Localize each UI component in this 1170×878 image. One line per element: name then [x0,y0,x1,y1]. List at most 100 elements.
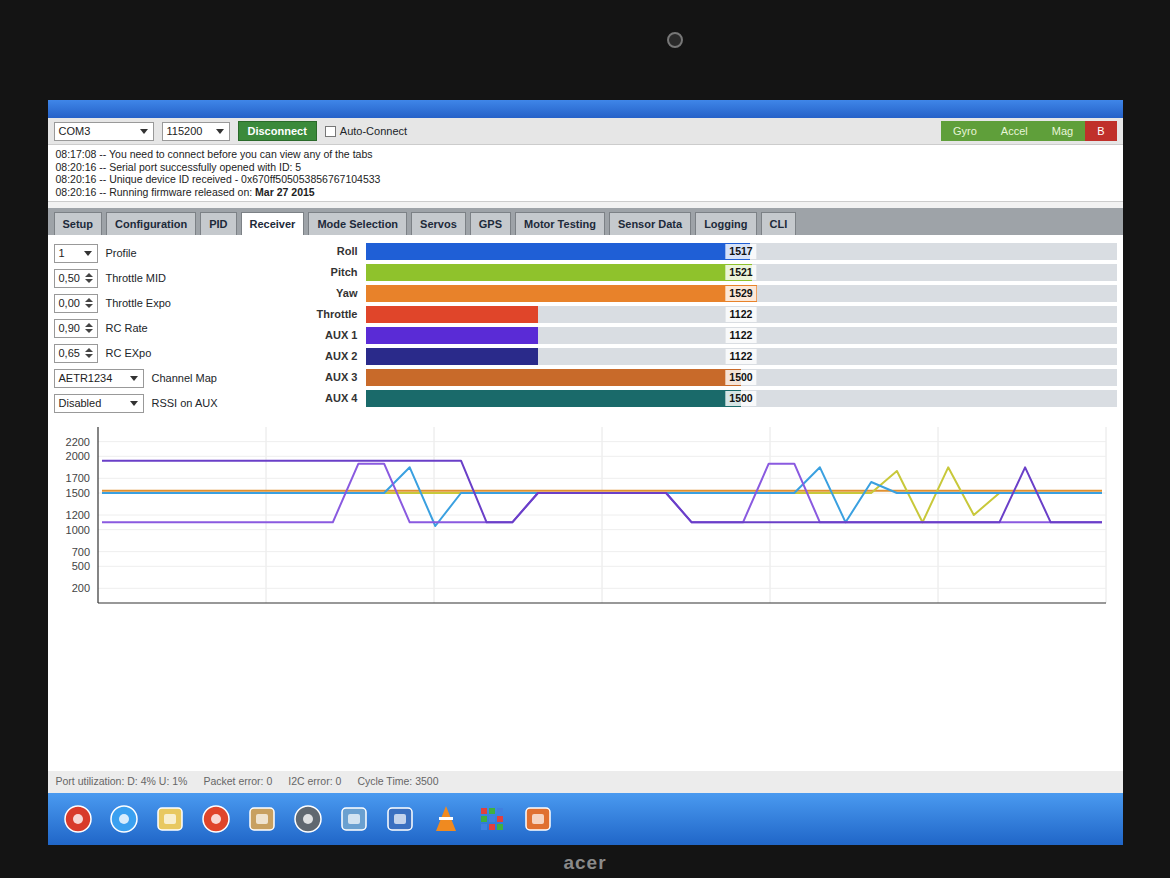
vlc-icon[interactable] [430,803,462,835]
power-icon-svg [62,803,94,835]
number-field[interactable]: 0,65 [54,344,98,363]
channel-name: AUX 3 [306,369,358,386]
browser-icon[interactable] [108,803,140,835]
apps-icon[interactable] [476,803,508,835]
channel-track: 1500 [366,390,1117,407]
power-icon[interactable] [62,803,94,835]
series-line [102,490,1102,492]
status-item: Cycle Time: 3500 [357,774,438,790]
speaker-icon-svg [292,803,324,835]
number-field[interactable]: 0,90 [54,319,98,338]
channel-fill [366,390,742,407]
log-text: 08:20:16 -- Serial port successfully ope… [56,161,302,173]
down-arrow-icon[interactable] [85,329,93,333]
spinner-icon[interactable] [85,323,93,333]
apps-icon-svg [476,803,508,835]
chart-series [102,467,1102,526]
chart-series [102,490,1102,491]
channel-name: AUX 2 [306,348,358,365]
tab[interactable]: Receiver [241,212,305,235]
channel-name: Yaw [306,285,358,302]
channel-name: AUX 1 [306,327,358,344]
select-field[interactable]: Disabled [54,394,144,413]
setting-row: 0,90RC Rate [54,318,294,338]
sensor-indicator: Gyro [941,121,989,141]
series-line [102,461,1102,523]
chrome-icon-svg [200,803,232,835]
spinner-icon[interactable] [85,273,93,283]
chrome-icon[interactable] [200,803,232,835]
tab[interactable]: Mode Selection [308,212,407,235]
channel-fill [366,285,757,302]
spinner-icon[interactable] [85,348,93,358]
grid-line [98,515,1106,516]
channel-reading: 1529 [725,286,756,301]
media-icon-svg [246,803,278,835]
select-field[interactable]: 1 [54,244,98,263]
media-icon[interactable] [246,803,278,835]
number-field[interactable]: 0,00 [54,294,98,313]
tab[interactable]: Logging [695,212,756,235]
status-item: I2C error: 0 [288,774,341,790]
photos-icon-svg [338,803,370,835]
sensor-indicator: B [1085,121,1116,141]
down-arrow-icon[interactable] [85,354,93,358]
tab[interactable]: PID [200,212,236,235]
number-value: 0,50 [59,272,80,284]
tab[interactable]: Sensor Data [609,212,691,235]
channel-row: Pitch1521 [306,264,1117,281]
channel-row: AUX 21122 [306,348,1117,365]
y-tick: 1700 [65,472,89,484]
up-arrow-icon[interactable] [85,348,93,352]
configurator-icon-svg [522,803,554,835]
disconnect-button[interactable]: Disconnect [238,121,317,141]
select-value: Disabled [59,397,102,409]
channel-row: AUX 3 1500 [306,369,1117,386]
tab[interactable]: CLI [761,212,797,235]
channel-reading: 1122 [726,307,757,322]
channel-fill [366,264,753,281]
tab[interactable]: Setup [54,212,103,235]
folder-icon[interactable] [154,803,186,835]
settings-icon[interactable] [384,803,416,835]
tab[interactable]: Motor Testing [515,212,605,235]
select-value: AETR1234 [59,372,113,384]
window-title-bar [48,100,1123,118]
number-value: 0,65 [59,347,80,359]
down-arrow-icon[interactable] [85,304,93,308]
auto-connect[interactable]: Auto-Connect [325,123,407,140]
speaker-icon[interactable] [292,803,324,835]
auto-connect-checkbox[interactable] [325,126,336,137]
up-arrow-icon[interactable] [85,298,93,302]
channel-track: 1122 [366,327,1117,344]
up-arrow-icon[interactable] [85,273,93,277]
chart-series [102,461,1102,523]
sensor-indicators: GyroAccelMagB [941,121,1117,141]
select-field[interactable]: AETR1234 [54,369,144,388]
tab[interactable]: Configuration [106,212,196,235]
sensor-indicator: Mag [1040,121,1085,141]
y-tick: 1200 [65,509,89,521]
channel-track: 1500 [366,369,1117,386]
folder-icon-svg [154,803,186,835]
auto-connect-label: Auto-Connect [340,123,407,140]
spinner-icon[interactable] [85,298,93,308]
baud-select[interactable]: 115200 [162,122,230,141]
port-select[interactable]: COM3 [54,122,154,141]
webcam-icon [667,32,683,48]
log-text: 08:20:16 -- Unique device ID received - … [56,173,381,185]
down-arrow-icon[interactable] [85,279,93,283]
setting-label: RSSI on AUX [152,395,218,412]
log-panel: 08:17:08 -- You need to connect before y… [48,144,1123,202]
up-arrow-icon[interactable] [85,323,93,327]
chart-svg: 220020001700150012001000700500200 [54,423,1114,609]
number-field[interactable]: 0,50 [54,269,98,288]
channel-name: Pitch [306,264,358,281]
configurator-icon[interactable] [522,803,554,835]
chart-series [102,467,1102,522]
y-tick: 500 [71,560,89,572]
channel-fill [366,243,751,260]
tab[interactable]: Servos [411,212,466,235]
photos-icon[interactable] [338,803,370,835]
tab[interactable]: GPS [470,212,511,235]
